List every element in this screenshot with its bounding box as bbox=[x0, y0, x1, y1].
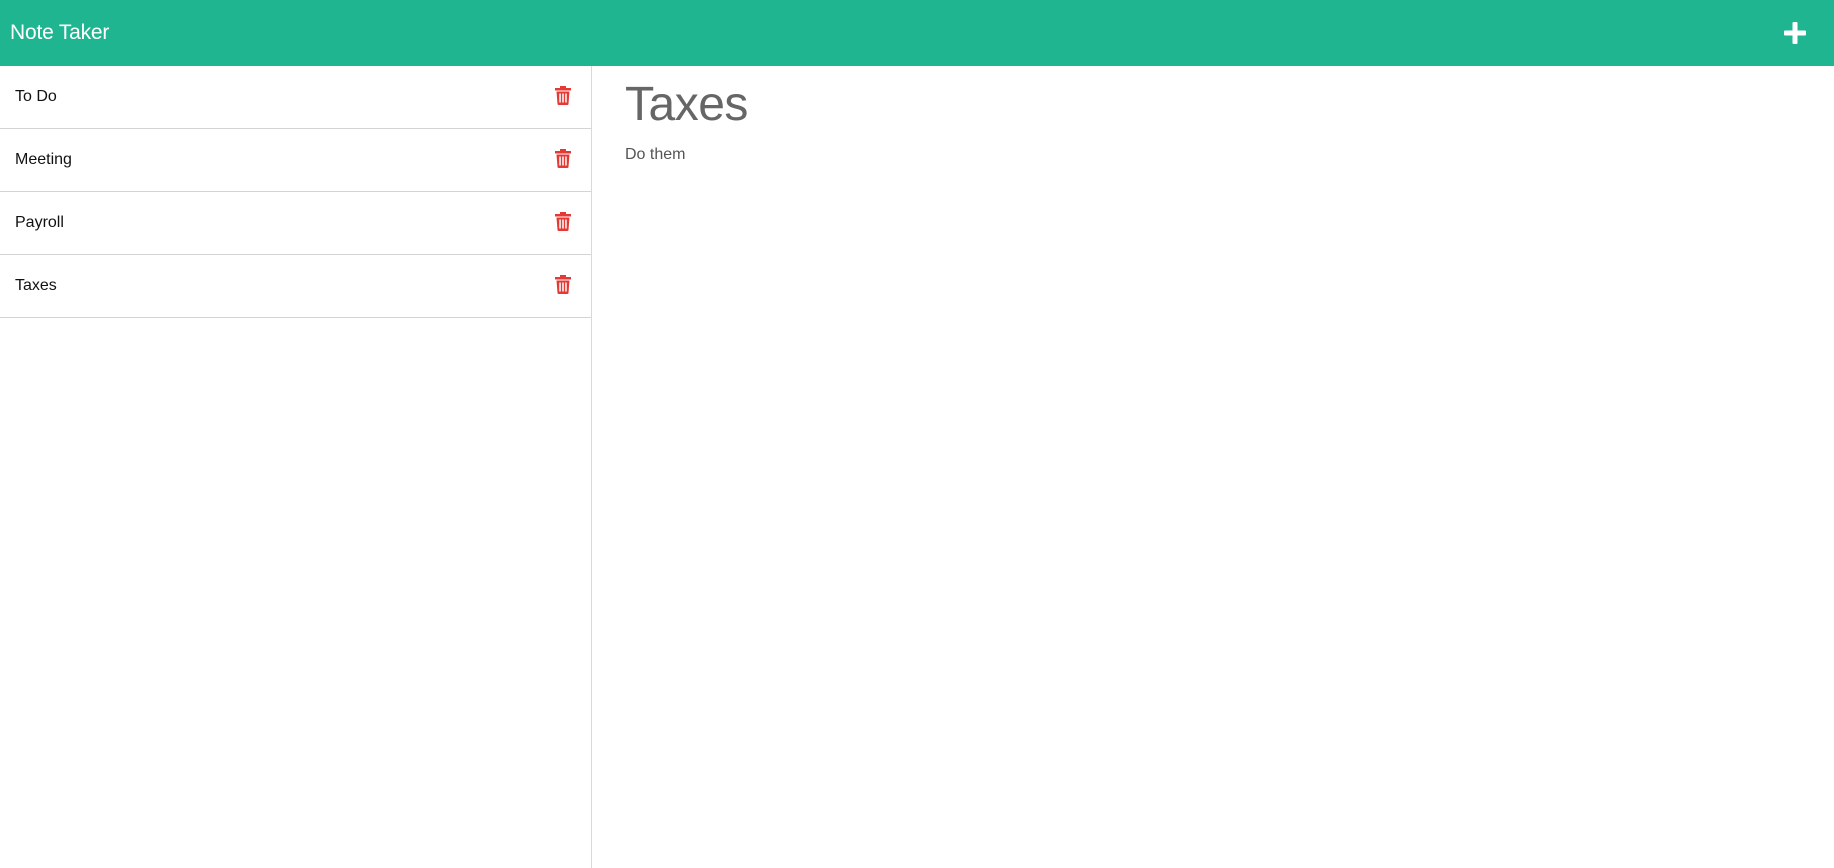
note-viewer: Taxes Do them bbox=[593, 66, 1834, 868]
plus-icon bbox=[1784, 22, 1806, 44]
trash-icon bbox=[555, 211, 571, 231]
note-title[interactable]: Taxes bbox=[625, 76, 748, 134]
new-note-button[interactable] bbox=[1773, 11, 1817, 55]
note-item-meeting[interactable]: Meeting bbox=[0, 129, 591, 192]
delete-note-button[interactable] bbox=[553, 273, 573, 295]
navbar: Note Taker bbox=[0, 0, 1834, 66]
note-item-title: Payroll bbox=[15, 214, 64, 231]
trash-icon bbox=[555, 85, 571, 105]
note-item-to-do[interactable]: To Do bbox=[0, 66, 591, 129]
note-text[interactable]: Do them bbox=[625, 146, 685, 164]
note-item-payroll[interactable]: Payroll bbox=[0, 192, 591, 255]
note-list: To Do Meeting Payroll Taxes bbox=[0, 66, 591, 318]
note-item-title: To Do bbox=[15, 88, 57, 105]
note-item-taxes[interactable]: Taxes bbox=[0, 255, 591, 318]
trash-icon bbox=[555, 274, 571, 294]
delete-note-button[interactable] bbox=[553, 210, 573, 232]
note-item-title: Taxes bbox=[15, 277, 57, 294]
note-item-title: Meeting bbox=[15, 151, 72, 168]
delete-note-button[interactable] bbox=[553, 147, 573, 169]
notes-sidebar: To Do Meeting Payroll Taxes bbox=[0, 66, 592, 868]
delete-note-button[interactable] bbox=[553, 84, 573, 106]
trash-icon bbox=[555, 148, 571, 168]
app-title[interactable]: Note Taker bbox=[10, 21, 109, 45]
